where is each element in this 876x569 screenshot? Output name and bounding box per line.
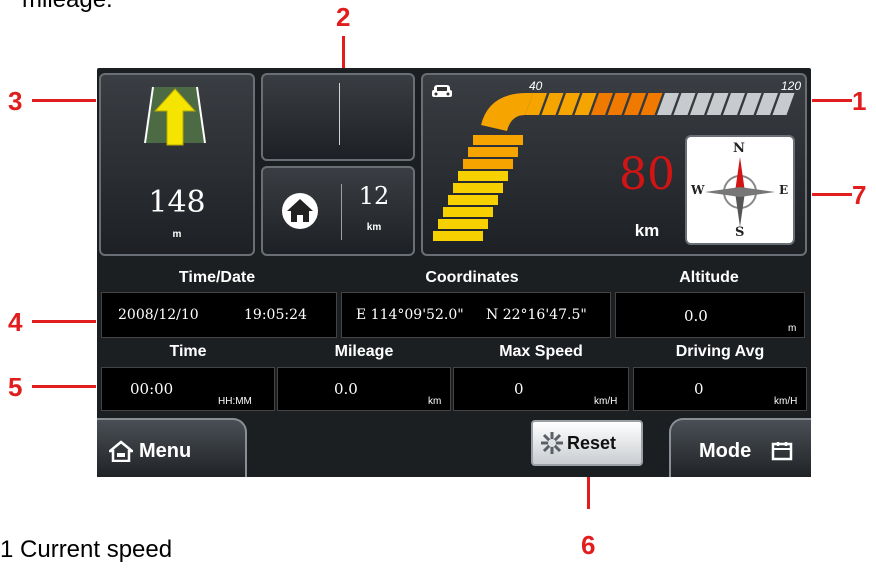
- coordinates-field: E 114°09'52.0" N 22°16'47.5": [341, 292, 611, 338]
- driving-avg-field: 0 km/H: [633, 367, 807, 411]
- trip-time-field: 00:00 HH:MM: [101, 367, 275, 411]
- speed-gauge-low-segment: [453, 183, 503, 193]
- coordinates-label: Coordinates: [425, 269, 519, 286]
- turn-distance-unit: m: [172, 229, 182, 240]
- menu-button[interactable]: Menu: [97, 418, 247, 477]
- callout-2: 2: [336, 2, 351, 32]
- speed-gauge-low-segment: [458, 171, 508, 181]
- date-value: 2008/12/10: [118, 307, 199, 323]
- callout-6-line: [587, 473, 590, 509]
- current-speed-unit: km: [634, 221, 660, 240]
- mode-button[interactable]: Mode: [669, 418, 811, 477]
- max-speed-unit: km/H: [594, 396, 618, 407]
- home-distance-panel[interactable]: 12 km: [261, 166, 415, 256]
- reset-gear-icon: [541, 432, 563, 454]
- altitude-field: 0.0 m: [615, 292, 805, 338]
- altitude-value: 0.0: [684, 307, 708, 325]
- max-speed-label: Max Speed: [499, 343, 583, 360]
- callout-1-line: [812, 99, 852, 102]
- mileage-value: 0.0: [334, 380, 358, 398]
- callout-3-line: [32, 99, 96, 102]
- top-caption: mileage.: [22, 0, 113, 14]
- home-distance: 12: [358, 182, 390, 210]
- trip-time-value: 00:00: [130, 380, 174, 398]
- driving-avg-unit: km/H: [774, 396, 798, 407]
- turn-arrow-icon: [144, 86, 206, 146]
- compass-east: E: [779, 183, 789, 197]
- speed-gauge-low-segment: [438, 219, 488, 229]
- speed-gauge-low-segment: [463, 159, 513, 169]
- time-date-label: Time/Date: [178, 269, 256, 286]
- trip-time-label: Time: [169, 343, 207, 360]
- max-speed-value: 0: [514, 380, 524, 398]
- device-screen: 148 m 12 km 40 120 80 km N S W E Time/Da…: [97, 68, 811, 477]
- compass-widget[interactable]: N S W E: [685, 135, 795, 245]
- reset-button[interactable]: Reset: [531, 420, 643, 466]
- speed-gauge-curve: [481, 93, 533, 131]
- next-turn-panel[interactable]: 148 m: [99, 73, 255, 256]
- callout-1: 1: [852, 86, 867, 116]
- latitude-value: N 22°16'47.5": [486, 307, 587, 323]
- max-speed-field: 0 km/H: [453, 367, 629, 411]
- speed-gauge-low-segment: [448, 195, 498, 205]
- altitude-label: Altitude: [679, 269, 739, 286]
- home-menu-icon: [109, 440, 133, 462]
- speed-gauge-low-segment: [473, 135, 523, 145]
- reset-label: Reset: [567, 433, 617, 453]
- current-speed-value: 80: [619, 149, 675, 200]
- mileage-unit: km: [428, 396, 442, 407]
- callout-7: 7: [852, 180, 867, 210]
- home-distance-unit: km: [366, 222, 382, 233]
- callout-4-line: [32, 320, 96, 323]
- speedometer-panel[interactable]: 40 120 80 km N S W E: [421, 73, 807, 256]
- mileage-field: 0.0 km: [277, 367, 451, 411]
- driving-avg-value: 0: [694, 380, 704, 398]
- home-icon: [282, 193, 318, 229]
- callout-4: 4: [8, 307, 23, 337]
- mileage-label: Mileage: [334, 343, 394, 360]
- speed-gauge-low-segment: [433, 231, 483, 241]
- callout-5-line: [32, 385, 96, 388]
- mode-window-icon: [771, 442, 793, 461]
- mode-label: Mode: [699, 440, 752, 462]
- lane-guide-panel[interactable]: [261, 73, 415, 161]
- home-divider: [341, 184, 342, 240]
- altitude-unit: m: [788, 323, 797, 334]
- compass-north: N: [733, 141, 745, 156]
- trip-time-unit: HH:MM: [218, 396, 252, 407]
- longitude-value: E 114°09'52.0": [356, 307, 464, 323]
- lane-line: [339, 83, 340, 145]
- callout-7-line: [812, 193, 852, 196]
- callout-3: 3: [8, 86, 23, 116]
- driving-avg-label: Driving Avg: [675, 343, 765, 360]
- speed-gauge-low-segment: [443, 207, 493, 217]
- bottom-caption: 1 Current speed: [0, 536, 173, 563]
- callout-5: 5: [8, 372, 23, 402]
- menu-label: Menu: [139, 440, 192, 462]
- time-date-field: 2008/12/10 19:05:24: [101, 292, 337, 338]
- speed-gauge-low-segment: [468, 147, 518, 157]
- compass-west: W: [691, 183, 705, 197]
- callout-6: 6: [581, 530, 596, 560]
- compass-south: S: [735, 225, 745, 240]
- turn-distance: 148: [148, 185, 206, 220]
- clock-value: 19:05:24: [244, 307, 307, 323]
